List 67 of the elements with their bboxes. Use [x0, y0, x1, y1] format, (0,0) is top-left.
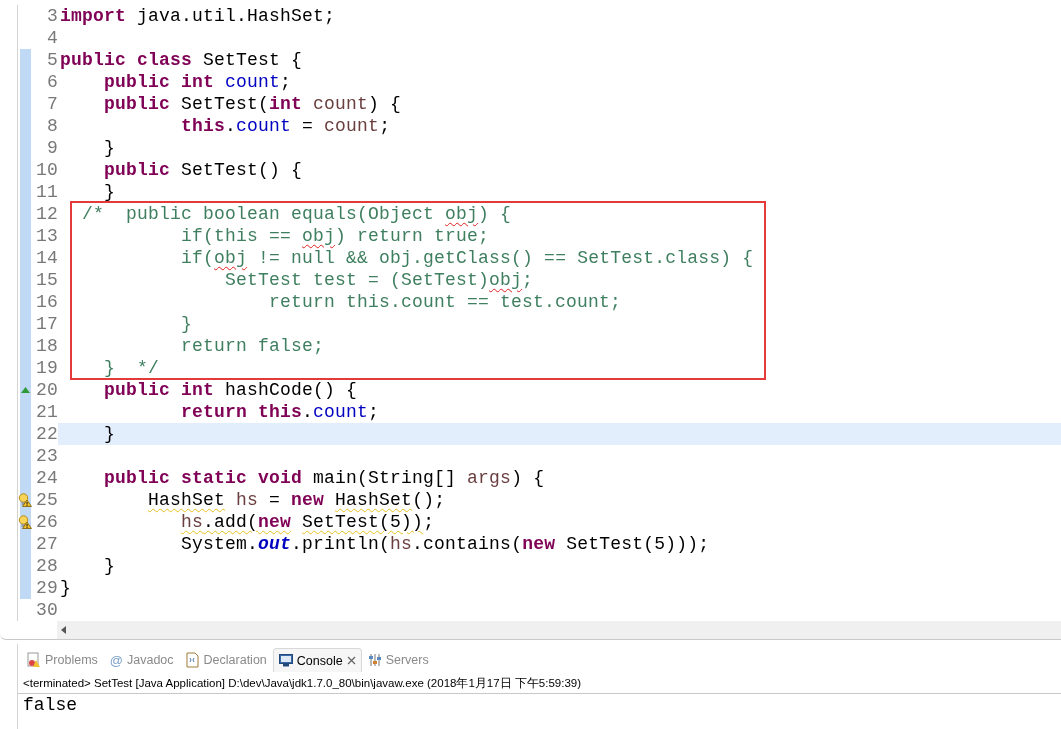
code-line: }: [103, 555, 117, 577]
line-number: 14: [35, 247, 58, 269]
code-line: import java.util.HashSet;: [59, 5, 337, 27]
code-line: public class SetTest {: [59, 49, 304, 71]
code-line: this.count = count;: [180, 115, 392, 137]
code-line: System.out.println(hs.contains(new SetTest(5)));: [180, 533, 711, 555]
line-number: 21: [35, 401, 58, 423]
code-line: hs.add(new SetTest(5));: [180, 511, 436, 533]
line-number: 24: [35, 467, 58, 489]
line-number: 16: [35, 291, 58, 313]
line-number: 30: [35, 599, 58, 621]
line-number: 20: [35, 379, 58, 401]
line-number: 19: [35, 357, 58, 379]
line-number: 9: [46, 137, 58, 159]
console-status: <terminated> SetTest [Java Application] D:\dev\Java\jdk1.7.0_80\bin\javaw.exe (2018年1月17日 下午5:59:39): [18, 672, 1061, 694]
code-line: public SetTest(int count) {: [103, 93, 403, 115]
panel-tab[interactable]: Console: [272, 648, 362, 672]
code-line: public int count;: [103, 71, 293, 93]
panel-tab[interactable]: @ Javadoc: [103, 648, 180, 672]
code-line: }: [59, 577, 72, 599]
line-number: 6: [46, 71, 58, 93]
code-line: } */: [103, 357, 161, 379]
line-number: 10: [35, 159, 58, 181]
line-number: 4: [46, 27, 58, 49]
sliders-icon: [367, 653, 382, 667]
left-caret-icon[interactable]: [61, 626, 66, 634]
problems-icon: [27, 652, 41, 668]
close-icon[interactable]: [346, 656, 356, 665]
line-number: 3: [46, 5, 58, 27]
console-output: false: [22, 694, 78, 715]
line-number: 22: [35, 423, 58, 445]
line-number: 7: [46, 93, 58, 115]
line-number: 5: [46, 49, 58, 71]
line-number: 15: [35, 269, 58, 291]
horizontal-scrollbar[interactable]: [57, 621, 1061, 639]
code-line: if(this == obj) return true;: [180, 225, 491, 247]
code-line: return this.count;: [180, 401, 381, 423]
code-line: return this.count == test.count;: [268, 291, 623, 313]
code-line: public SetTest() {: [103, 159, 304, 181]
code-line: public int hashCode() {: [103, 379, 359, 401]
line-number: 25: [35, 489, 58, 511]
line-number: 29: [35, 577, 58, 599]
code-line: public static void main(String[] args) {: [103, 467, 546, 489]
panel-tab[interactable]: Problems: [21, 648, 104, 672]
code-line: }: [103, 181, 117, 203]
at-sign-icon: @: [109, 652, 123, 668]
code-line: /* public boolean equals(Object obj) {: [81, 203, 513, 225]
line-number: 8: [46, 115, 58, 137]
code-line: }: [180, 313, 194, 335]
monitor-icon: [278, 654, 293, 667]
line-number: 12: [35, 203, 58, 225]
line-number: 28: [35, 555, 58, 577]
code-line: HashSet hs = new HashSet();: [147, 489, 447, 511]
document-icon: [185, 652, 200, 668]
panel-tab[interactable]: Declaration: [179, 648, 273, 672]
code-line: SetTest test = (SetTest)obj;: [224, 269, 535, 291]
line-number: 18: [35, 335, 58, 357]
panel-tab[interactable]: Servers: [361, 648, 435, 672]
code-line: }: [103, 137, 117, 159]
line-number: 27: [35, 533, 58, 555]
code-line: return false;: [180, 335, 326, 357]
line-number: 23: [35, 445, 58, 467]
line-number: 26: [35, 511, 58, 533]
line-number: 13: [35, 225, 58, 247]
code-line: if(obj != null && obj.getClass() == SetTest.class) {: [180, 247, 755, 269]
line-number: 17: [35, 313, 58, 335]
line-number: 11: [35, 181, 58, 203]
